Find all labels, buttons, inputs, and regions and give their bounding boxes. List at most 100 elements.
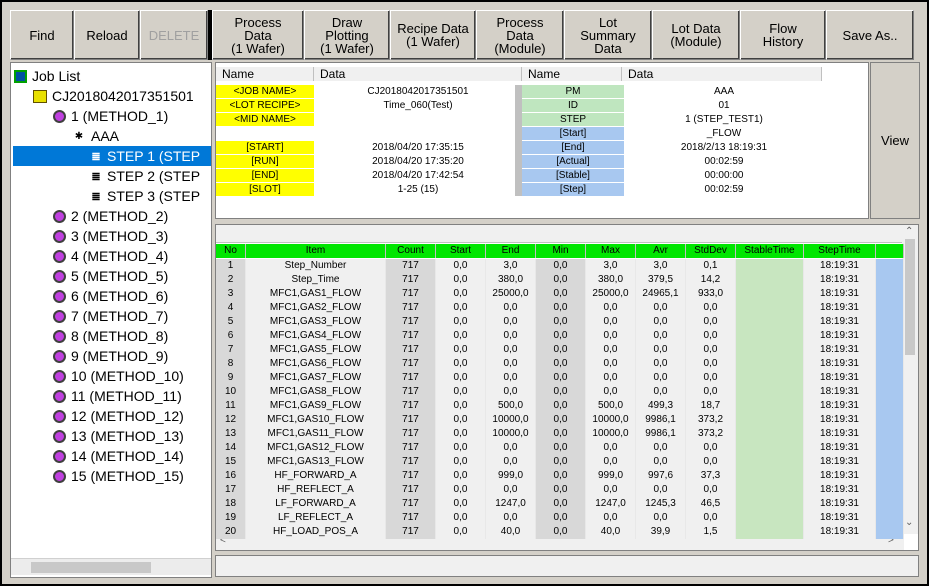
grid-cell: 0,0 — [536, 343, 586, 357]
tree-step-2[interactable]: ≣ STEP 2 (STEP — [91, 166, 200, 186]
tree-method-14[interactable]: 14 (METHOD_14) — [53, 446, 184, 466]
grid-header-stabletime: StableTime — [736, 244, 804, 258]
view-button[interactable]: View — [870, 62, 920, 219]
tree-method-3[interactable]: 3 (METHOD_3) — [53, 226, 168, 246]
grid-cell: 9 — [216, 371, 246, 385]
tree-root[interactable]: Job List — [14, 66, 80, 86]
delete-button[interactable]: DELETE — [140, 10, 208, 60]
tree-step-3[interactable]: ≣ STEP 3 (STEP — [91, 186, 200, 206]
method-icon — [53, 249, 66, 263]
grid-cell — [736, 525, 804, 539]
method-icon — [53, 209, 66, 223]
info-right-value: 00:00:00 — [704, 170, 744, 181]
tree-step-1-label: STEP 1 (STEP — [107, 148, 201, 164]
grid-cell: 717 — [386, 525, 436, 539]
grid-cell: MFC1,GAS10_FLOW — [246, 413, 386, 427]
tree-step-1[interactable]: ≣ STEP 1 (STEP — [13, 146, 211, 166]
method-icon — [53, 269, 66, 283]
tree-horizontal-scrollbar[interactable] — [11, 558, 211, 575]
tree-method-6[interactable]: 6 (METHOD_6) — [53, 286, 168, 306]
grid-cell: 0,0 — [636, 511, 686, 525]
grid-cell: 0,0 — [436, 497, 486, 511]
tree-aaa[interactable]: ✱ AAA — [73, 126, 119, 146]
grid-cell: 0,0 — [486, 385, 536, 399]
scroll-thumb[interactable] — [905, 239, 915, 355]
grid-cell: 0,0 — [486, 357, 536, 371]
find-button[interactable]: Find — [10, 10, 74, 60]
grid-cell: 380,0 — [486, 273, 536, 287]
draw-plotting-button[interactable]: Draw Plotting (1 Wafer) — [304, 10, 390, 60]
lot-data-module-button[interactable]: Lot Data (Module) — [652, 10, 740, 60]
grid-cell: 717 — [386, 385, 436, 399]
grid-cell: 3 — [216, 287, 246, 301]
star-icon: ✱ — [74, 130, 84, 142]
tree-method-5[interactable]: 5 (METHOD_5) — [53, 266, 168, 286]
job-tree[interactable]: Job List CJ2018042017351501 1 (METHOD_1)… — [10, 62, 212, 578]
info-left-value: CJ2018042017351501 — [367, 86, 469, 97]
grid-cell: 18:19:31 — [804, 385, 876, 399]
tree-method-13[interactable]: 13 (METHOD_13) — [53, 426, 184, 446]
tree-method-11[interactable]: 11 (METHOD_11) — [53, 386, 182, 406]
grid-cell: 7 — [216, 343, 246, 357]
method-icon — [53, 409, 66, 423]
tree-method-10-label: 10 (METHOD_10) — [71, 368, 184, 384]
grid-vertical-scrollbar[interactable]: ⌃ ⌄ — [902, 225, 918, 534]
grid-cell: 0,0 — [586, 441, 636, 455]
grid-cell: 16 — [216, 469, 246, 483]
tree-method-7[interactable]: 7 (METHOD_7) — [53, 306, 168, 326]
grid-cell: 0,0 — [536, 413, 586, 427]
grid-cell: 0,0 — [486, 301, 536, 315]
grid-cell: 4 — [216, 301, 246, 315]
grid-cell: 0,0 — [536, 273, 586, 287]
info-right-value: 00:02:59 — [704, 184, 744, 195]
scroll-up-icon[interactable]: ⌃ — [905, 226, 913, 237]
grid-cell: 19 — [216, 511, 246, 525]
data-grid[interactable]: ⌃ ⌄ < > No Item Count Start End Min Max Avr StdD… — [215, 224, 919, 551]
tree-method-4[interactable]: 4 (METHOD_4) — [53, 246, 168, 266]
grid-cell: 1245,3 — [636, 497, 686, 511]
grid-cell: 0,0 — [536, 357, 586, 371]
grid-cell — [736, 441, 804, 455]
process-data-button[interactable]: Process Data (1 Wafer) — [212, 10, 304, 60]
grid-cell: 0,0 — [586, 483, 636, 497]
info-right-label: [Start] — [522, 127, 624, 140]
lot-summary-button[interactable]: Lot Summary Data — [564, 10, 652, 60]
grid-cell: 0,0 — [436, 301, 486, 315]
grid-header-min: Min — [536, 244, 586, 258]
tree-method-8[interactable]: 8 (METHOD_8) — [53, 326, 168, 346]
grid-cell: 0,0 — [486, 441, 536, 455]
tree-method-9[interactable]: 9 (METHOD_9) — [53, 346, 168, 366]
tree-method-2[interactable]: 2 (METHOD_2) — [53, 206, 168, 226]
grid-cell: 18:19:31 — [804, 329, 876, 343]
grid-cell: MFC1,GAS13_FLOW — [246, 455, 386, 469]
tree-lot[interactable]: CJ2018042017351501 — [33, 86, 194, 106]
grid-cell-extra — [876, 287, 904, 301]
tree-method-10[interactable]: 10 (METHOD_10) — [53, 366, 184, 386]
grid-cell — [736, 455, 804, 469]
process-data-module-button[interactable]: Process Data (Module) — [476, 10, 564, 60]
grid-cell: 717 — [386, 371, 436, 385]
grid-cell-extra — [876, 413, 904, 427]
tree-step-2-label: STEP 2 (STEP — [107, 168, 201, 184]
grid-cell: 3,0 — [586, 259, 636, 273]
grid-cell — [736, 497, 804, 511]
grid-cell: 0,0 — [536, 455, 586, 469]
grid-cell: 18:19:31 — [804, 273, 876, 287]
method-icon — [53, 449, 66, 463]
grid-cell: 18:19:31 — [804, 441, 876, 455]
save-as-button[interactable]: Save As.. — [826, 10, 914, 60]
scroll-thumb[interactable] — [31, 562, 151, 573]
scroll-down-icon[interactable]: ⌄ — [905, 517, 913, 528]
reload-button[interactable]: Reload — [74, 10, 140, 60]
grid-cell: 0,0 — [686, 301, 736, 315]
grid-cell: 11 — [216, 399, 246, 413]
tree-method-12[interactable]: 12 (METHOD_12) — [53, 406, 184, 426]
flow-history-button[interactable]: Flow History — [740, 10, 826, 60]
grid-cell: 18,7 — [686, 399, 736, 413]
grid-cell: 0,0 — [536, 497, 586, 511]
recipe-data-button[interactable]: Recipe Data (1 Wafer) — [390, 10, 476, 60]
tree-method-15[interactable]: 15 (METHOD_15) — [53, 466, 184, 486]
tree-method-1[interactable]: 1 (METHOD_1) — [53, 106, 168, 126]
tree-aaa-label: AAA — [91, 128, 120, 144]
grid-header-item: Item — [246, 244, 386, 258]
